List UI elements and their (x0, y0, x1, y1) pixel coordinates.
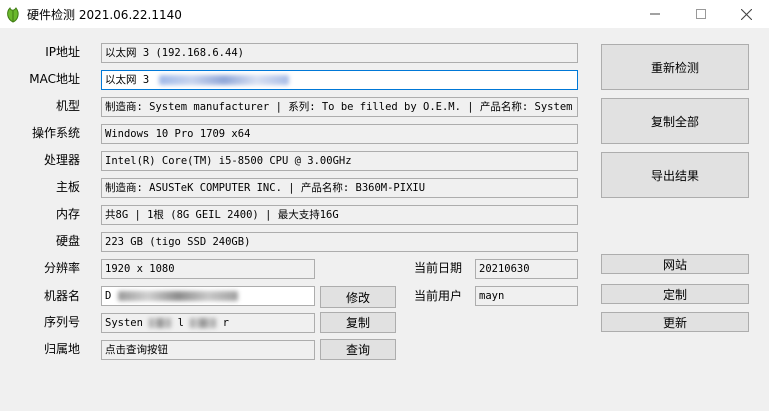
hostname-prefix: D (105, 290, 112, 302)
mac-field[interactable]: 以太网 3 (101, 70, 578, 90)
close-icon (740, 8, 752, 20)
modify-button[interactable]: 修改 (320, 286, 396, 308)
board-field[interactable]: 制造商: ASUSTeK COMPUTER INC. | 产品名称: B360M… (101, 178, 578, 198)
ip-label: IP地址 (45, 45, 80, 59)
main-panel: IP地址 MAC地址 机型 操作系统 处理器 主板 内存 硬盘 分辨率 机器名 … (0, 28, 769, 411)
minimize-button[interactable] (632, 0, 678, 28)
resolution-field[interactable]: 1920 x 1080 (101, 259, 315, 279)
app-leaf-icon (7, 7, 19, 23)
mac-redacted (159, 75, 290, 85)
memory-field[interactable]: 共8G | 1根 (8G GEIL 2400) | 最大支持16G (101, 205, 578, 225)
copy-all-button[interactable]: 复制全部 (601, 98, 749, 144)
maximize-button[interactable] (678, 0, 724, 28)
location-label: 归属地 (43, 342, 80, 356)
resolution-label: 分辨率 (43, 261, 80, 275)
cpu-label: 处理器 (43, 153, 80, 167)
cpu-field[interactable]: Intel(R) Core(TM) i5-8500 CPU @ 3.00GHz (101, 151, 578, 171)
title-bar: 硬件检测 2021.06.22.1140 (0, 0, 769, 28)
os-field[interactable]: Windows 10 Pro 1709 x64 (101, 124, 578, 144)
maximize-icon (696, 9, 706, 19)
hostname-label: 机器名 (43, 289, 80, 303)
serial-label: 序列号 (43, 315, 80, 329)
serial-mid: l (177, 317, 184, 329)
hostname-field[interactable]: D (101, 286, 315, 306)
location-field[interactable]: 点击查询按钮 (101, 340, 315, 360)
close-button[interactable] (723, 0, 769, 28)
mac-label: MAC地址 (29, 72, 80, 86)
serial-redacted-1 (149, 318, 172, 328)
mac-field-prefix: 以太网 3 (105, 74, 150, 86)
redetect-button[interactable]: 重新检测 (601, 44, 749, 90)
date-label: 当前日期 (413, 261, 462, 275)
website-button[interactable]: 网站 (601, 254, 749, 274)
serial-suffix: r (222, 317, 229, 329)
model-label: 机型 (55, 99, 80, 113)
serial-prefix: Systen (105, 317, 143, 329)
model-field[interactable]: 制造商: System manufacturer | 系列: To be fil… (101, 97, 578, 117)
board-label: 主板 (55, 180, 80, 194)
user-field[interactable]: mayn (475, 286, 578, 306)
disk-label: 硬盘 (55, 234, 80, 248)
export-button[interactable]: 导出结果 (601, 152, 749, 198)
minimize-icon (650, 13, 660, 15)
memory-label: 内存 (55, 207, 80, 221)
copy-button[interactable]: 复制 (320, 312, 396, 333)
window-title: 硬件检测 2021.06.22.1140 (27, 8, 182, 22)
serial-redacted-2 (190, 318, 217, 328)
disk-field[interactable]: 223 GB (tigo SSD 240GB) (101, 232, 578, 252)
customize-button[interactable]: 定制 (601, 284, 749, 304)
serial-field[interactable]: Systen l r (101, 313, 315, 333)
ip-field[interactable]: 以太网 3 (192.168.6.44) (101, 43, 578, 63)
update-button[interactable]: 更新 (601, 312, 749, 332)
os-label: 操作系统 (31, 126, 80, 140)
hostname-redacted (117, 291, 238, 301)
date-field[interactable]: 20210630 (475, 259, 578, 279)
query-button[interactable]: 查询 (320, 339, 396, 360)
